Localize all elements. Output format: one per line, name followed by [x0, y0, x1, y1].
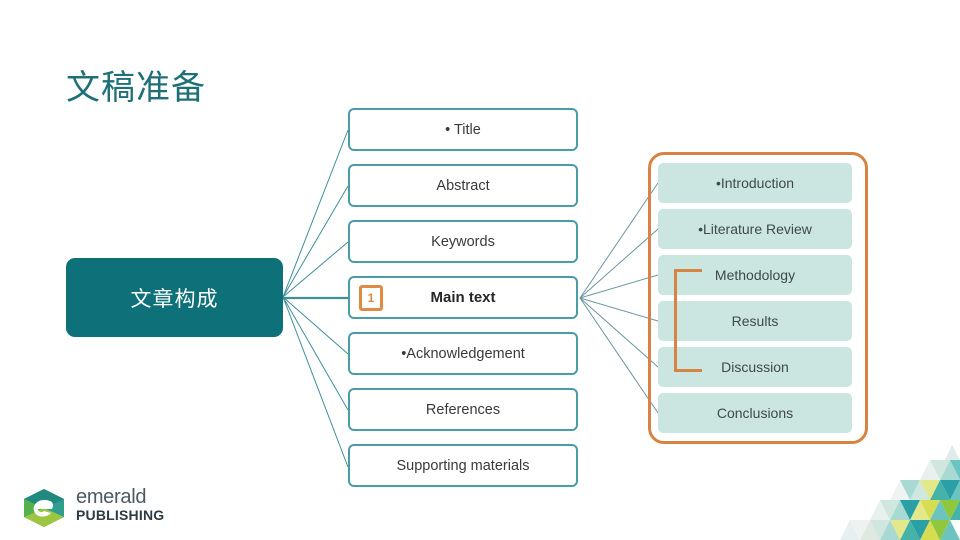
mid-item-label: Main text: [430, 289, 496, 306]
group-bracket: [674, 269, 702, 372]
middle-column: • Title Abstract Keywords 1 Main text •A…: [348, 108, 578, 500]
right-item-literature-review[interactable]: •Literature Review: [658, 209, 852, 249]
right-item-conclusions[interactable]: Conclusions: [658, 393, 852, 433]
mid-item-acknowledgement[interactable]: •Acknowledgement: [348, 332, 578, 375]
emerald-publishing-logo: emerald PUBLISHING: [20, 487, 164, 527]
mid-item-main-text[interactable]: 1 Main text: [348, 276, 578, 319]
right-item-label: Conclusions: [716, 405, 794, 421]
page-title: 文稿准备: [66, 69, 206, 107]
right-item-label: •Literature Review: [698, 221, 812, 237]
logo-word-emerald: emerald: [76, 486, 147, 508]
slide-canvas: 文稿准备 文章构成 • Title Abstract Keywords 1 Ma…: [0, 0, 960, 540]
mid-item-label: Keywords: [431, 233, 495, 250]
right-item-label: Methodology: [714, 267, 796, 283]
right-item-label: Results: [731, 313, 779, 329]
mid-item-abstract[interactable]: Abstract: [348, 164, 578, 207]
right-item-introduction[interactable]: •Introduction: [658, 163, 852, 203]
emerald-hexagon-icon: [24, 489, 64, 527]
mid-item-references[interactable]: References: [348, 388, 578, 431]
logo-text: emerald PUBLISHING: [76, 487, 164, 522]
root-node[interactable]: 文章构成: [66, 258, 283, 337]
step-badge: 1: [359, 285, 383, 311]
mid-item-supporting-materials[interactable]: Supporting materials: [348, 444, 578, 487]
right-item-label: •Introduction: [715, 175, 795, 191]
mid-item-label: Abstract: [436, 177, 490, 194]
mid-item-label: • Title: [445, 121, 481, 138]
mid-item-label: References: [425, 401, 501, 418]
right-item-label: Discussion: [721, 359, 789, 375]
corner-mosaic-decoration: [840, 445, 960, 540]
logo-word-publishing: PUBLISHING: [76, 507, 165, 523]
root-node-label: 文章构成: [130, 287, 219, 311]
mid-item-keywords[interactable]: Keywords: [348, 220, 578, 263]
mid-item-label: Supporting materials: [396, 457, 530, 474]
mid-item-label: •Acknowledgement: [401, 345, 525, 362]
mid-item-title[interactable]: • Title: [348, 108, 578, 151]
